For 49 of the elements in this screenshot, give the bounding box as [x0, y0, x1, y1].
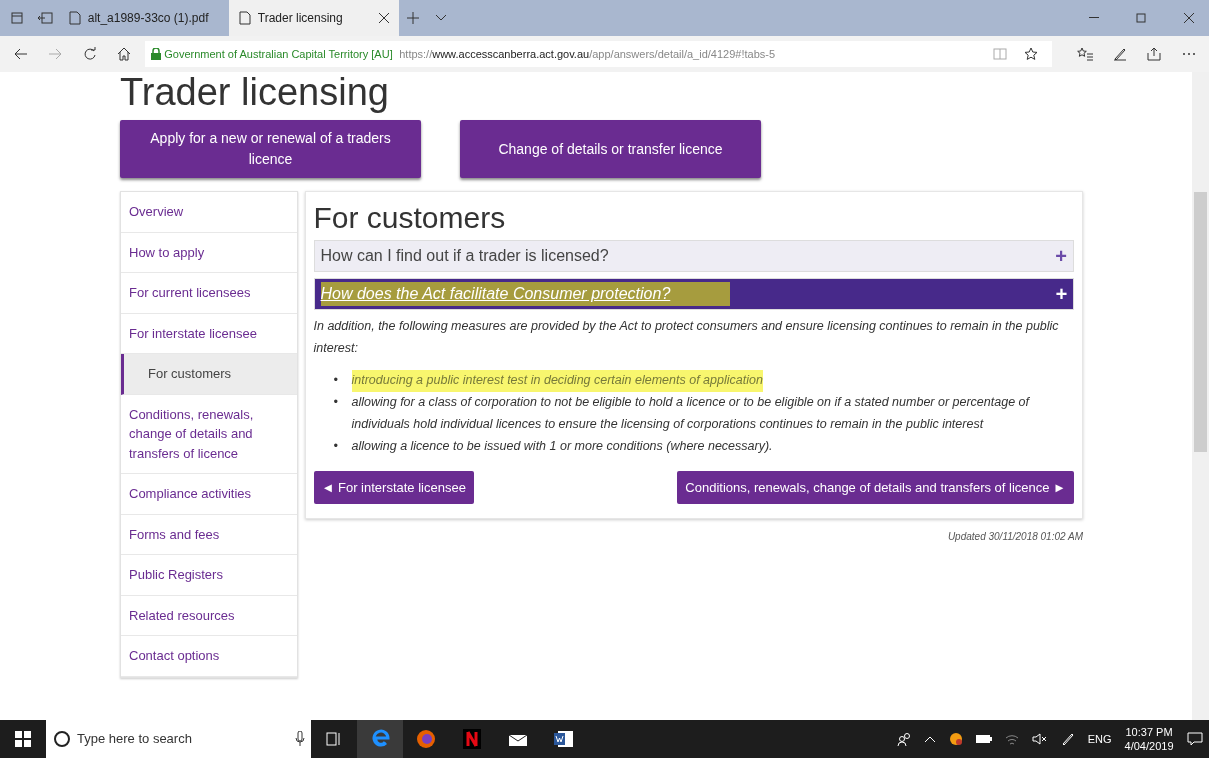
sidebar-link[interactable]: Related resources — [121, 595, 297, 637]
sidebar-link[interactable]: For customers — [121, 354, 297, 395]
action-button[interactable]: Change of details or transfer licence — [460, 120, 761, 179]
updated-date: Updated 30/11/2018 01:02 AM — [947, 530, 1083, 542]
intro-paragraph: In addition, the following measures are provided by the Act to protect consumers and ensure licensing continues to remain in the public interest: — [313, 318, 1060, 358]
sidebar-link[interactable]: Overview — [121, 192, 297, 233]
sidebar-link[interactable]: Compliance activities — [121, 474, 297, 515]
address-bar[interactable]: Government of Australian Capital Territory [AU] https://www.accesscanberra.act.gov.au/app/answers/detail/a_id/4129#!tabs-5 — [144, 41, 1052, 67]
sidebar-link[interactable]: Forms and fees — [121, 514, 297, 556]
wifi-icon[interactable] — [1004, 732, 1019, 746]
bullet-item: allowing a licence to be issued with 1 or more conditions (where necessary). — [351, 437, 773, 455]
lock-icon — [151, 48, 161, 60]
close-tab-icon[interactable] — [379, 13, 390, 23]
previous-page-button[interactable]: ◄ For interstate licensee — [313, 470, 474, 505]
sidebar-link[interactable]: For current licensees — [121, 273, 297, 314]
sidebar-link[interactable]: Conditions, renewals, change of details and transfers of licence — [121, 394, 297, 475]
battery-icon[interactable] — [975, 734, 992, 744]
taskbar-search-field[interactable]: Type here to search — [46, 720, 311, 758]
section-title: For customers — [313, 200, 507, 237]
browser-tab[interactable]: alt_a1989-33co (1).pdf — [59, 0, 230, 36]
action-button[interactable]: Apply for a new or renewal of a traders licence — [120, 120, 421, 179]
scrollbar[interactable] — [1192, 72, 1209, 720]
sidebar-link[interactable]: Contact options — [121, 636, 297, 677]
muted-speaker-icon[interactable] — [1031, 732, 1048, 746]
accordion-header[interactable]: How can I find out if a trader is licensed? + — [313, 240, 1074, 273]
site-identity: Government of Australian Capital Territory [AU] — [164, 46, 393, 62]
accordion-header[interactable]: How does the Act facilitate Consumer protection? + — [313, 278, 1074, 311]
clock[interactable]: 10:37 PM 4/04/2019 — [1124, 724, 1174, 754]
language-indicator[interactable]: ENG — [1087, 730, 1112, 748]
next-page-button[interactable]: Conditions, renewals, change of details and transfers of licence ► — [677, 470, 1074, 505]
chevron-up-icon[interactable] — [923, 735, 936, 743]
browser-tab[interactable]: Trader licensing — [229, 0, 400, 36]
cortana-circle-icon — [52, 730, 71, 748]
antivirus-icon[interactable] — [948, 732, 963, 746]
document-icon — [69, 11, 82, 25]
sidebar-link[interactable]: For interstate licensee — [121, 313, 297, 355]
bullet-marker: • — [333, 372, 339, 390]
microphone-icon[interactable] — [294, 731, 305, 747]
bullet-marker: • — [333, 437, 339, 455]
notification-icon[interactable] — [1186, 732, 1203, 746]
bullet-marker: • — [333, 393, 339, 411]
people-icon[interactable] — [896, 732, 911, 746]
sidebar-link[interactable]: How to apply — [121, 232, 297, 274]
sidebar-link[interactable]: Public Registers — [121, 555, 297, 596]
page-title: Trader licensing — [120, 72, 390, 114]
pen-icon[interactable] — [1060, 732, 1075, 746]
document-icon — [239, 11, 252, 25]
url-text: https://www.accesscanberra.act.gov.au/app/answers/detail/a_id/4129#!tabs-5 — [399, 46, 776, 62]
edge-browser-icon[interactable] — [357, 720, 403, 758]
